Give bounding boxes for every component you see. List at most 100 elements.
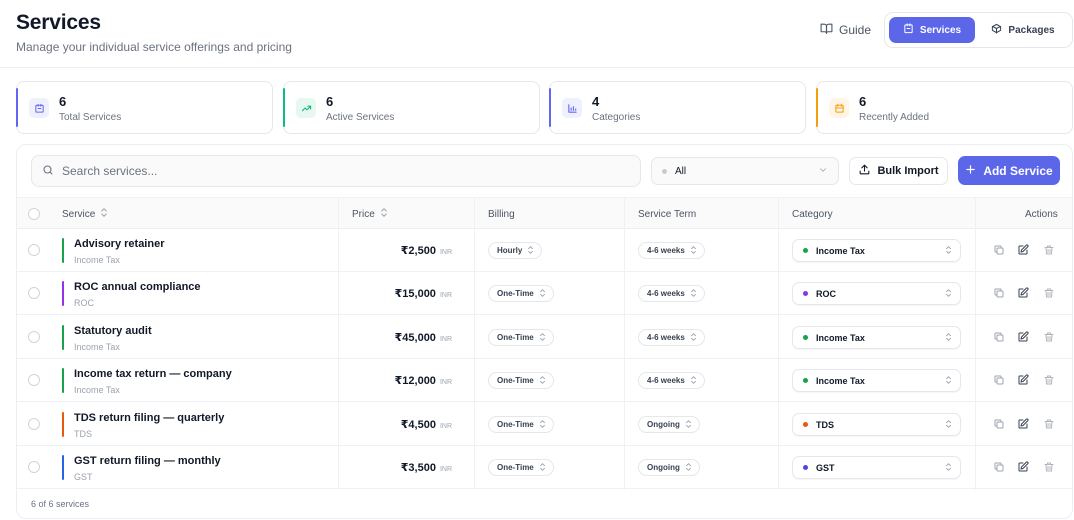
trash-icon[interactable] [1042, 243, 1056, 257]
category-value: ROC [816, 288, 836, 299]
copy-icon[interactable] [992, 460, 1006, 474]
billing-select[interactable]: One-Time [488, 285, 554, 302]
billing-select[interactable]: One-Time [488, 459, 554, 476]
table-row[interactable]: Income tax return — company Income Tax ₹… [17, 359, 1072, 402]
table-row[interactable]: Statutory audit Income Tax ₹45,000 INR O… [17, 316, 1072, 359]
stat-accent-bar [16, 88, 18, 127]
stat-value: 4 [592, 94, 600, 109]
select-all-checkbox[interactable] [28, 208, 40, 220]
category-filter-select[interactable]: All [651, 157, 839, 185]
table-row[interactable]: Advisory retainer Income Tax ₹2,500 INR … [17, 229, 1072, 272]
trash-icon[interactable] [1042, 330, 1056, 344]
service-name: Advisory retainer [74, 238, 165, 250]
trash-icon[interactable] [1042, 460, 1056, 474]
edit-icon[interactable] [1016, 243, 1030, 257]
services-count: 6 of 6 services [31, 499, 90, 509]
copy-icon[interactable] [992, 286, 1006, 300]
service-name: Statutory audit [74, 325, 152, 337]
chevron-updown-icon [539, 375, 546, 386]
service-term-select[interactable]: Ongoing [638, 459, 700, 476]
table-row[interactable]: TDS return filing — quarterly TDS ₹4,500… [17, 403, 1072, 446]
edit-icon[interactable] [1016, 373, 1030, 387]
copy-icon[interactable] [992, 417, 1006, 431]
column-header-service-term: Service Term [638, 198, 696, 230]
table-row[interactable]: GST return filing — monthly GST ₹3,500 I… [17, 446, 1072, 489]
category-select[interactable]: Income Tax [792, 326, 961, 349]
copy-icon[interactable] [992, 243, 1006, 257]
category-select[interactable]: ROC [792, 282, 961, 305]
row-accent-bar [62, 368, 64, 393]
category-select[interactable]: Income Tax [792, 369, 961, 392]
trash-icon[interactable] [1042, 417, 1056, 431]
stat-value: 6 [59, 94, 67, 109]
category-value: GST [816, 462, 835, 473]
service-price: ₹4,500 INR [401, 418, 452, 431]
row-checkbox[interactable] [28, 244, 40, 256]
copy-icon[interactable] [992, 330, 1006, 344]
billing-select[interactable]: One-Time [488, 372, 554, 389]
add-service-button[interactable]: Add Service [958, 156, 1060, 185]
edit-icon[interactable] [1016, 460, 1030, 474]
service-term-select[interactable]: 4-6 weeks [638, 242, 705, 259]
service-term-select[interactable]: 4-6 weeks [638, 285, 705, 302]
chevron-updown-icon [690, 288, 697, 299]
row-checkbox[interactable] [28, 418, 40, 430]
bar-chart-icon [562, 98, 582, 118]
price-currency: INR [439, 379, 452, 386]
row-checkbox[interactable] [28, 374, 40, 386]
price-currency: INR [439, 423, 452, 430]
billing-select[interactable]: One-Time [488, 329, 554, 346]
category-dot [803, 248, 808, 253]
price-currency: INR [439, 466, 452, 473]
row-accent-bar [62, 238, 64, 263]
price-amount: ₹12,000 [394, 375, 436, 387]
chevron-updown-icon [539, 419, 546, 430]
row-accent-bar [62, 455, 64, 480]
guide-label: Guide [839, 23, 872, 37]
row-checkbox[interactable] [28, 331, 40, 343]
guide-button[interactable]: Guide [812, 17, 879, 43]
table-row[interactable]: ROC annual compliance ROC ₹15,000 INR On… [17, 272, 1072, 315]
category-select[interactable]: TDS [792, 413, 961, 436]
trash-icon[interactable] [1042, 286, 1056, 300]
service-name: GST return filing — monthly [74, 455, 221, 467]
edit-icon[interactable] [1016, 330, 1030, 344]
billing-select[interactable]: One-Time [488, 416, 554, 433]
tab-packages[interactable]: Packages [979, 17, 1067, 43]
tab-services[interactable]: Services [889, 17, 975, 43]
billing-value: One-Time [497, 376, 534, 385]
service-term-select[interactable]: 4-6 weeks [638, 329, 705, 346]
column-header-billing: Billing [488, 198, 515, 230]
category-dot [803, 422, 808, 427]
chevron-updown-icon [690, 332, 697, 343]
search-input[interactable] [62, 164, 622, 178]
category-value: Income Tax [816, 245, 865, 256]
stat-card-total-services: 6 Total Services [16, 81, 273, 134]
bulk-import-button[interactable]: Bulk Import [849, 157, 948, 185]
term-value: Ongoing [647, 420, 680, 429]
service-term-select[interactable]: 4-6 weeks [638, 372, 705, 389]
term-value: 4-6 weeks [647, 376, 685, 385]
chevron-updown-icon [945, 419, 952, 430]
edit-icon[interactable] [1016, 286, 1030, 300]
billing-select[interactable]: Hourly [488, 242, 543, 259]
filter-value: All [675, 165, 687, 177]
category-select[interactable]: GST [792, 456, 961, 479]
service-term-select[interactable]: Ongoing [638, 416, 700, 433]
price-amount: ₹15,000 [394, 288, 436, 300]
stat-label: Categories [592, 112, 641, 123]
service-name: Income tax return — company [74, 368, 232, 380]
column-header-price[interactable]: Price [352, 198, 388, 230]
copy-icon[interactable] [992, 373, 1006, 387]
column-header-service[interactable]: Service [62, 198, 108, 230]
bulk-import-label: Bulk Import [877, 165, 939, 177]
row-checkbox[interactable] [28, 287, 40, 299]
price-currency: INR [439, 336, 452, 343]
stat-value: 6 [326, 94, 334, 109]
trash-icon[interactable] [1042, 373, 1056, 387]
edit-icon[interactable] [1016, 417, 1030, 431]
row-checkbox[interactable] [28, 461, 40, 473]
term-value: Ongoing [647, 463, 680, 472]
category-select[interactable]: Income Tax [792, 239, 961, 262]
search-icon [42, 164, 54, 179]
